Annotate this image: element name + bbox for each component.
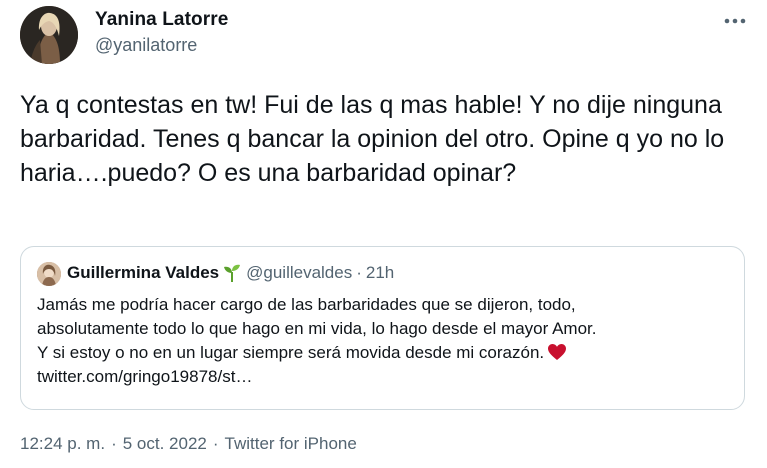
quoted-timestamp: 21h [365,263,395,282]
quoted-separator: · [356,263,362,282]
quoted-text-line: absolutamente todo lo que hago en mi vid… [37,319,597,338]
quoted-tweet-card[interactable]: Guillermina Valdes @guillevaldes · 21h J… [20,246,745,410]
more-options-button[interactable] [718,6,752,36]
tweet-source[interactable]: Twitter for iPhone [225,434,357,453]
author-handle[interactable]: @yanilatorre [95,35,197,56]
meta-separator: · [111,434,117,453]
tweet: Yanina Latorre @yanilatorre Ya q contest… [0,0,767,468]
tweet-metadata: 12:24 p. m. · 5 oct. 2022 · Twitter for iPho… [20,434,357,454]
quoted-author-avatar [37,262,61,286]
tweet-time[interactable]: 12:24 p. m. [20,434,105,453]
author-name[interactable]: Yanina Latorre [95,9,228,31]
quoted-author-handle: @guillevaldes [246,263,353,282]
author-avatar[interactable] [20,6,78,64]
tweet-date[interactable]: 5 oct. 2022 [123,434,207,453]
tweet-text: Ya q contestas en tw! Fui de las q mas h… [20,91,725,187]
quoted-header: Guillermina Valdes @guillevaldes · 21h [67,263,394,283]
meta-separator: · [212,434,219,453]
quoted-text: Jamás me podría hacer cargo de las barba… [37,293,737,389]
more-horizontal-icon [724,18,746,24]
quoted-link[interactable]: twitter.com/gringo19878/st… [37,365,737,389]
seedling-icon [224,264,241,282]
quoted-text-line: Y si estoy o no en un lugar siempre será… [37,343,545,362]
quoted-author-name: Guillermina Valdes [67,263,220,282]
quoted-text-line-with-heart: Y si estoy o no en un lugar siempre será… [37,341,737,365]
quoted-text-line: Jamás me podría hacer cargo de las barba… [37,295,576,314]
red-heart-icon [548,344,567,360]
